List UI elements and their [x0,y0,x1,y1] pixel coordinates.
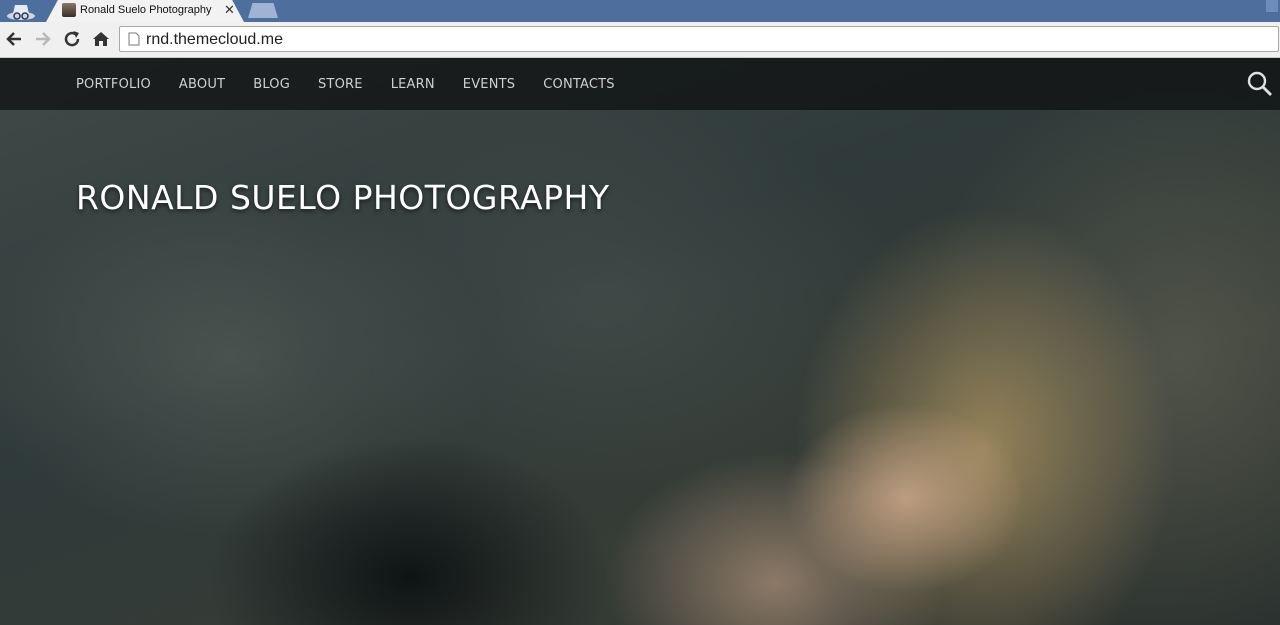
browser-tabstrip: Ronald Suelo Photography ✕ [0,0,1280,22]
back-arrow-icon[interactable] [3,28,25,50]
hero-image [0,58,1280,625]
site-navbar: PORTFOLIO ABOUT BLOG STORE LEARN EVENTS … [0,58,1280,110]
menu-item-store[interactable]: STORE [318,77,363,92]
page-icon [128,32,140,46]
menu-item-learn[interactable]: LEARN [391,77,435,92]
browser-toolbar: rnd.themecloud.me [0,22,1280,58]
url-text: rnd.themecloud.me [146,31,283,48]
window-control[interactable] [1266,0,1278,12]
site-favicon [62,3,76,17]
forward-arrow-icon[interactable] [32,28,54,50]
reload-icon[interactable] [61,28,83,50]
address-bar[interactable]: rnd.themecloud.me [119,26,1279,52]
main-menu: PORTFOLIO ABOUT BLOG STORE LEARN EVENTS … [76,58,643,110]
menu-item-about[interactable]: ABOUT [179,77,225,92]
menu-item-portfolio[interactable]: PORTFOLIO [76,77,151,92]
tab-title: Ronald Suelo Photography [80,4,212,16]
page-viewport: PORTFOLIO ABOUT BLOG STORE LEARN EVENTS … [0,58,1280,625]
new-tab-button[interactable] [248,3,278,18]
menu-item-events[interactable]: EVENTS [463,77,515,92]
menu-item-contacts[interactable]: CONTACTS [543,77,615,92]
close-tab-icon[interactable]: ✕ [224,2,235,18]
menu-item-blog[interactable]: BLOG [253,77,290,92]
incognito-icon [7,5,35,20]
search-icon[interactable] [1246,70,1274,98]
home-icon[interactable] [90,28,112,50]
site-title: RONALD SUELO PHOTOGRAPHY [76,178,610,217]
